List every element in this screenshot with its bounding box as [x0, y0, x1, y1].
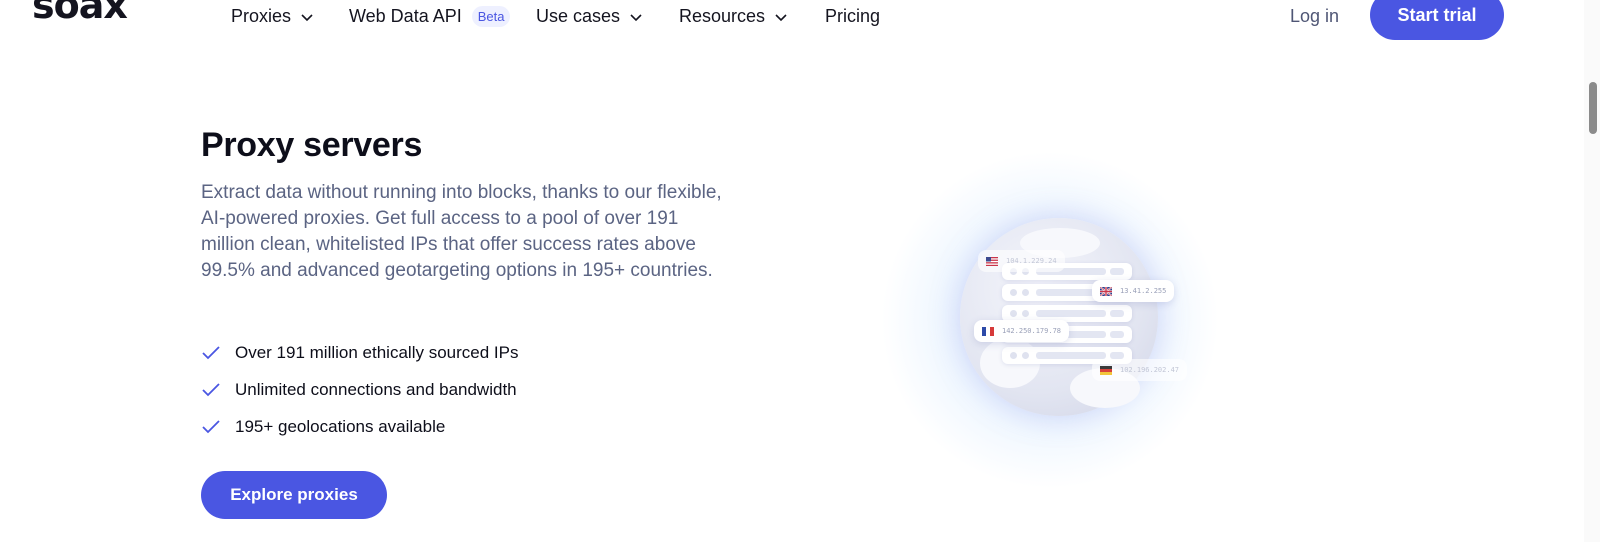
ip-address: 104.1.229.24: [1006, 257, 1057, 265]
checkmark-icon: [202, 419, 220, 433]
checkmark-icon: [202, 345, 220, 359]
ip-tag: 104.1.229.24: [978, 250, 1065, 272]
globe-illustration: 104.1.229.24 13.41.2.255 142.250.179.78 …: [880, 150, 1220, 490]
feature-text: Over 191 million ethically sourced IPs: [235, 342, 519, 362]
us-flag-icon: [986, 256, 998, 266]
soax-logo[interactable]: soax: [32, 0, 128, 24]
ip-address: 13.41.2.255: [1120, 287, 1167, 295]
list-item: Unlimited connections and bandwidth: [201, 371, 518, 408]
chevron-down-icon: [301, 13, 313, 21]
list-item: 195+ geolocations available: [201, 408, 518, 445]
nav-item-use-cases[interactable]: Use cases: [536, 6, 644, 27]
start-trial-button[interactable]: Start trial: [1370, 0, 1504, 40]
nav-item-pricing[interactable]: Pricing: [825, 6, 880, 27]
nav-item-web-data-api[interactable]: Web Data API Beta: [349, 6, 511, 27]
checkmark-icon: [202, 382, 220, 396]
nav-item-proxies[interactable]: Proxies: [231, 6, 315, 27]
scrollbar-thumb[interactable]: [1589, 82, 1597, 134]
feature-text: 195+ geolocations available: [235, 416, 446, 436]
ip-tag: 13.41.2.255: [1092, 280, 1175, 302]
chevron-down-icon: [775, 13, 787, 21]
login-link[interactable]: Log in: [1290, 6, 1339, 27]
nav-label: Pricing: [825, 6, 881, 26]
ip-tag: 142.250.179.78: [974, 320, 1070, 342]
page-scrollbar[interactable]: [1584, 0, 1600, 542]
ip-tag: 102.196.202.47: [1092, 359, 1188, 381]
nav-label: Use cases: [536, 6, 621, 26]
nav-label: Web Data API: [349, 6, 462, 26]
beta-badge: Beta: [471, 6, 511, 27]
page-title: Proxy servers: [201, 126, 423, 164]
uk-flag-icon: [1100, 286, 1112, 296]
nav-label: Resources: [679, 6, 766, 26]
ip-address: 142.250.179.78: [1002, 327, 1062, 335]
nav-item-resources[interactable]: Resources: [679, 6, 789, 27]
explore-proxies-button[interactable]: Explore proxies: [201, 471, 387, 519]
ip-address: 102.196.202.47: [1120, 366, 1180, 374]
chevron-down-icon: [630, 13, 642, 21]
france-flag-icon: [982, 326, 994, 336]
list-item: Over 191 million ethically sourced IPs: [201, 334, 518, 371]
feature-list: Over 191 million ethically sourced IPs U…: [201, 334, 518, 445]
nav-label: Proxies: [231, 6, 292, 26]
germany-flag-icon: [1100, 365, 1112, 375]
hero-description: Extract data without running into blocks…: [201, 182, 722, 281]
feature-text: Unlimited connections and bandwidth: [235, 379, 517, 399]
